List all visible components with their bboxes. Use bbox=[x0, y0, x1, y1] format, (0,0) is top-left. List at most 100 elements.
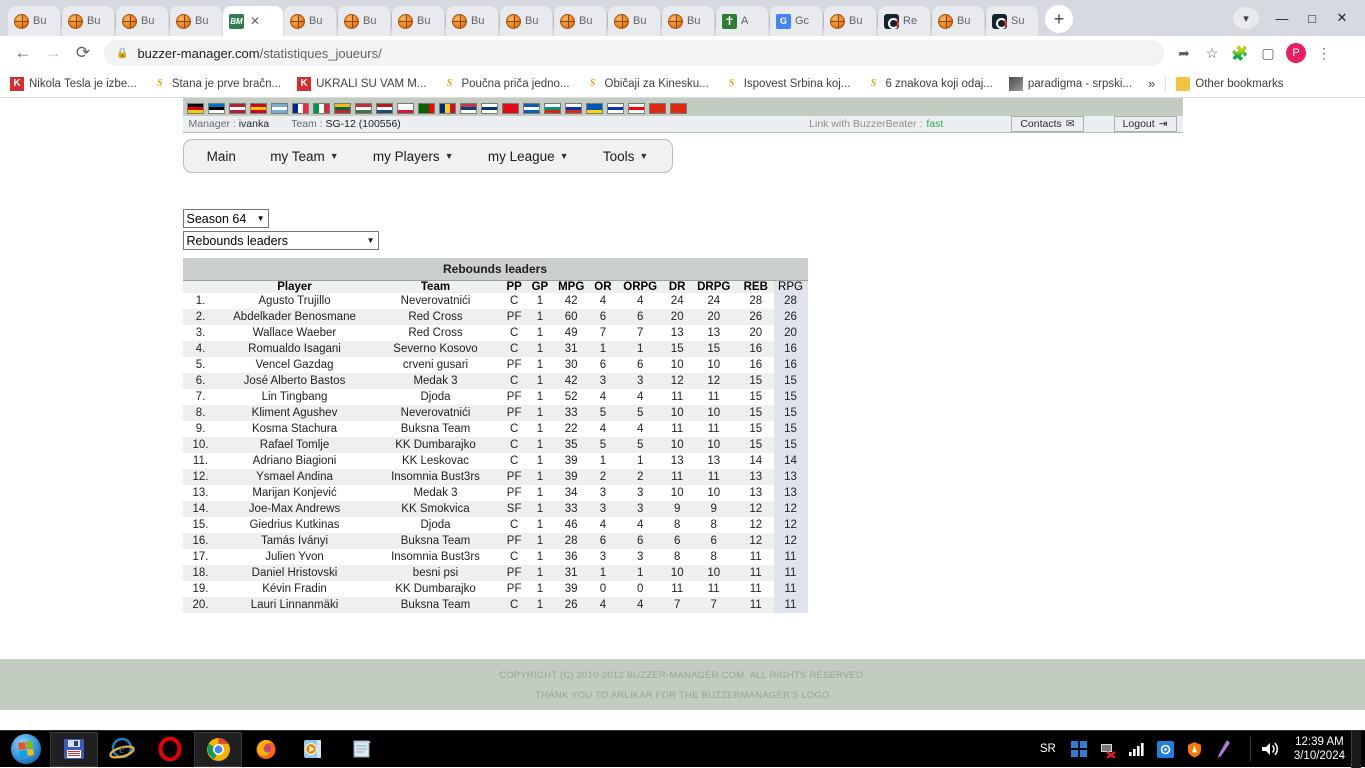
pen-icon[interactable] bbox=[1213, 738, 1235, 760]
flag-serbia-icon[interactable] bbox=[459, 102, 477, 114]
flag-israel-icon[interactable] bbox=[606, 102, 624, 114]
browser-tab[interactable]: Bu bbox=[8, 6, 60, 36]
bookmark-item[interactable]: paradigma - srpski... bbox=[1008, 76, 1132, 91]
stat-category-select[interactable]: Rebounds leaders ▼ bbox=[182, 231, 379, 250]
taskbar-internet-explorer-icon[interactable]: e bbox=[98, 732, 146, 767]
browser-tab[interactable]: Bu bbox=[392, 6, 444, 36]
flag-france-icon[interactable] bbox=[291, 102, 309, 114]
table-row[interactable]: 12. Ysmael Andina Insomnia Bust3rs PF 1 39 2 2 1… bbox=[182, 469, 808, 485]
nav-item-my-league[interactable]: my League ▼ bbox=[488, 149, 569, 164]
browser-tab[interactable]: BM ✕ bbox=[223, 6, 283, 36]
browser-tab[interactable]: ✝ A bbox=[716, 6, 768, 36]
browser-tab[interactable]: Bu bbox=[500, 6, 552, 36]
back-button[interactable]: ← bbox=[8, 38, 38, 68]
browser-tab[interactable]: Bu bbox=[824, 6, 876, 36]
browser-tab[interactable]: Bu bbox=[338, 6, 390, 36]
browser-tab[interactable]: Re bbox=[878, 6, 930, 36]
sidepanel-icon[interactable]: ▢ bbox=[1254, 39, 1282, 67]
flag-russia-icon[interactable] bbox=[564, 102, 582, 114]
browser-tab[interactable]: Bu bbox=[932, 6, 984, 36]
bookmark-item[interactable]: S Običaji za Kinesku... bbox=[586, 77, 709, 91]
browser-tab[interactable]: Bu bbox=[62, 6, 114, 36]
table-row[interactable]: 20. Lauri Linnanmäki Buksna Team C 1 26 4 4 7 7 11… bbox=[182, 597, 808, 613]
flag-turkey-icon[interactable] bbox=[501, 102, 519, 114]
browser-tab[interactable]: Bu bbox=[170, 6, 222, 36]
taskbar-save-floppy-icon[interactable] bbox=[50, 731, 98, 767]
flag-germany-icon[interactable] bbox=[186, 102, 204, 114]
show-desktop-button[interactable] bbox=[1351, 730, 1361, 768]
flag-romania-icon[interactable] bbox=[438, 102, 456, 114]
menu-icon[interactable]: ⋮ bbox=[1310, 39, 1338, 67]
bookmark-item[interactable]: S 6 znakova koji odaj... bbox=[866, 77, 993, 91]
flag-poland-icon[interactable] bbox=[396, 102, 414, 114]
start-button[interactable] bbox=[2, 732, 50, 767]
table-row[interactable]: 6. José Alberto Bastos Medak 3 C 1 42 3 3 12 12 15… bbox=[182, 373, 808, 389]
table-row[interactable]: 14. Joe-Max Andrews KK Smokvica SF 1 33 3 3 9 9 12… bbox=[182, 501, 808, 517]
table-row[interactable]: 13. Marijan Konjević Medak 3 PF 1 34 3 3 10 10 13 1… bbox=[182, 485, 808, 501]
camera-icon[interactable] bbox=[1155, 738, 1177, 760]
flag-ukraine-icon[interactable] bbox=[585, 102, 603, 114]
nav-item-my-players[interactable]: my Players ▼ bbox=[373, 149, 454, 164]
new-tab-button[interactable]: + bbox=[1045, 5, 1073, 33]
table-row[interactable]: 19. Kévin Fradin KK Dumbarajko PF 1 39 0 0 11 11 1… bbox=[182, 581, 808, 597]
table-row[interactable]: 3. Wallace Waeber Red Cross C 1 49 7 7 13 13 20 20 bbox=[182, 325, 808, 341]
table-row[interactable]: 9. Kosma Stachura Buksna Team C 1 22 4 4 11 11 15 1… bbox=[182, 421, 808, 437]
close-window-button[interactable]: ✕ bbox=[1327, 10, 1357, 26]
clock[interactable]: 12:39 AM 3/10/2024 bbox=[1294, 735, 1345, 763]
flag-portugal-icon[interactable] bbox=[417, 102, 435, 114]
table-row[interactable]: 2. Abdelkader Benosmane Red Cross PF 1 60 6 6 20… bbox=[182, 309, 808, 325]
browser-tab[interactable]: Bu bbox=[284, 6, 336, 36]
browser-tab[interactable]: Bu bbox=[446, 6, 498, 36]
flag-finland-icon[interactable] bbox=[480, 102, 498, 114]
column-header[interactable]: REB bbox=[738, 281, 774, 293]
season-select[interactable]: Season 64 ▼ bbox=[182, 209, 269, 228]
profile-avatar[interactable]: P bbox=[1282, 39, 1310, 67]
bookmarks-overflow-button[interactable]: » bbox=[1148, 76, 1155, 91]
flag-estonia-icon[interactable] bbox=[207, 102, 225, 114]
extensions-icon[interactable]: 🧩 bbox=[1226, 39, 1254, 67]
volume-icon[interactable] bbox=[1259, 738, 1281, 760]
bookmark-item[interactable]: S Ispovest Srbina koj... bbox=[725, 77, 851, 91]
flag-china-icon[interactable] bbox=[648, 102, 666, 114]
browser-tab[interactable]: Bu bbox=[116, 6, 168, 36]
table-row[interactable]: 8. Kliment Agushev Neverovatnići PF 1 33 5 5 10 1… bbox=[182, 405, 808, 421]
table-row[interactable]: 1. Agusto Trujillo Neverovatnići C 1 42 4 4 24 24… bbox=[182, 293, 808, 309]
flag-lithuania-icon[interactable] bbox=[333, 102, 351, 114]
bookmark-item[interactable]: K UKRALI SU VAM M... bbox=[297, 76, 426, 91]
logout-button[interactable]: Logout ⇥ bbox=[1113, 116, 1177, 132]
column-header[interactable]: OR bbox=[590, 281, 615, 293]
browser-tab[interactable]: Bu bbox=[662, 6, 714, 36]
table-row[interactable]: 11. Adriano Biagioni KK Leskovac C 1 39 1 1 13 13… bbox=[182, 453, 808, 469]
taskbar-google-chrome-icon[interactable] bbox=[194, 731, 242, 767]
taskbar-notepad-icon[interactable] bbox=[338, 732, 386, 767]
column-header[interactable] bbox=[183, 281, 219, 294]
bookmark-item[interactable]: K Nikola Tesla je izbe... bbox=[10, 76, 137, 91]
column-header[interactable]: MPG bbox=[552, 281, 590, 293]
forward-button[interactable]: → bbox=[38, 38, 68, 68]
table-row[interactable]: 7. Lin Tingbang Djoda PF 1 52 4 4 11 11 15 15 bbox=[182, 389, 808, 405]
bookmark-item[interactable]: S Poučna priča jedno... bbox=[442, 77, 570, 91]
network-error-icon[interactable] bbox=[1097, 738, 1119, 760]
downloads-caret-icon[interactable]: ▾ bbox=[1233, 7, 1259, 29]
table-row[interactable]: 18. Daniel Hristovski besni psi PF 1 31 1 1 10 10… bbox=[182, 565, 808, 581]
flag-italy-icon[interactable] bbox=[312, 102, 330, 114]
flag-bulgaria-icon[interactable] bbox=[543, 102, 561, 114]
flag-argentina-icon[interactable] bbox=[270, 102, 288, 114]
table-row[interactable]: 17. Julien Yvon Insomnia Bust3rs C 1 36 3 3 8 8 11… bbox=[182, 549, 808, 565]
share-icon[interactable]: ➦ bbox=[1170, 39, 1198, 67]
minimize-button[interactable]: — bbox=[1267, 11, 1297, 26]
flag-usa-icon[interactable] bbox=[228, 102, 246, 114]
windows-tiles-icon[interactable] bbox=[1068, 738, 1090, 760]
column-header[interactable]: Team bbox=[371, 281, 501, 293]
flag-greece-icon[interactable] bbox=[522, 102, 540, 114]
browser-tab[interactable]: G Gc bbox=[770, 6, 822, 36]
column-header[interactable]: RPG bbox=[773, 280, 808, 293]
taskbar-media-player-icon[interactable] bbox=[290, 732, 338, 767]
bookmark-item[interactable]: S Stana je prve bračn... bbox=[153, 77, 281, 91]
table-row[interactable]: 5. Vencel Gazdag crveni gusari PF 1 30 6 6 10 10 1… bbox=[182, 357, 808, 373]
contacts-button[interactable]: Contacts ✉ bbox=[1011, 116, 1084, 132]
input-language-indicator[interactable]: SR bbox=[1040, 743, 1056, 755]
table-row[interactable]: 4. Romualdo Isagani Severno Kosovo C 1 31 1 1 15… bbox=[182, 341, 808, 357]
column-header[interactable]: GP bbox=[528, 281, 552, 293]
address-bar[interactable]: 🔒 buzzer-manager.com/statistiques_joueur… bbox=[104, 40, 1164, 66]
